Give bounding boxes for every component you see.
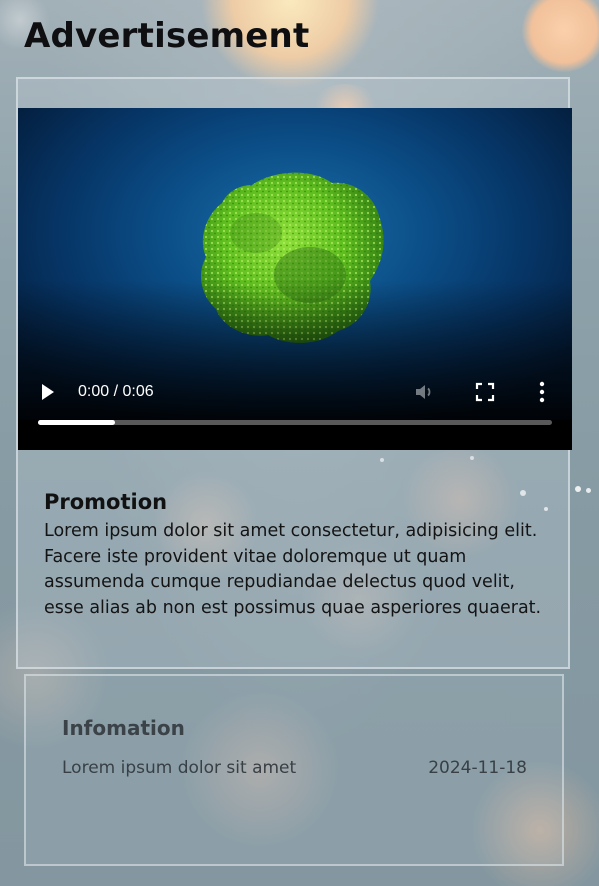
play-icon[interactable] bbox=[38, 381, 58, 403]
more-vertical-icon[interactable] bbox=[536, 379, 548, 405]
video-controls: 0:00 / 0:06 bbox=[18, 373, 572, 413]
advertisement-card: 0:00 / 0:06 Promotion Lorem ipsum dolor … bbox=[16, 77, 572, 669]
volume-icon[interactable] bbox=[412, 380, 436, 404]
information-item: Lorem ipsum dolor sit amet 2024-11-18 bbox=[62, 758, 527, 778]
information-card: Infomation Lorem ipsum dolor sit amet 20… bbox=[24, 674, 564, 866]
fullscreen-icon[interactable] bbox=[474, 381, 496, 403]
promotion-description: Lorem ipsum dolor sit amet consectetur, … bbox=[44, 521, 542, 618]
information-item-date: 2024-11-18 bbox=[428, 758, 527, 778]
promotion-heading: Promotion bbox=[44, 490, 168, 514]
video-time-display: 0:00 / 0:06 bbox=[78, 383, 154, 400]
video-progress-fill bbox=[38, 420, 116, 425]
information-heading: Infomation bbox=[62, 716, 185, 740]
information-item-text: Lorem ipsum dolor sit amet bbox=[62, 758, 297, 778]
video-progress-bar[interactable] bbox=[38, 420, 552, 425]
page-title: Advertisement bbox=[24, 16, 310, 56]
video-player[interactable]: 0:00 / 0:06 bbox=[18, 108, 572, 450]
